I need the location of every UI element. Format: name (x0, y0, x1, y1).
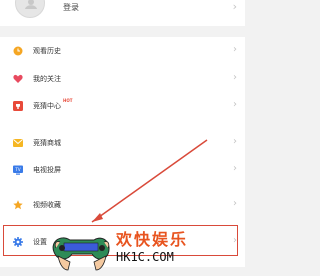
gamepad-logo-icon (52, 237, 110, 271)
watermark-domain: HK1C.COM (116, 250, 174, 264)
watermark-title: 欢快娱乐 (116, 230, 189, 249)
watermark: 欢快娱乐 HK1C.COM (50, 222, 240, 272)
